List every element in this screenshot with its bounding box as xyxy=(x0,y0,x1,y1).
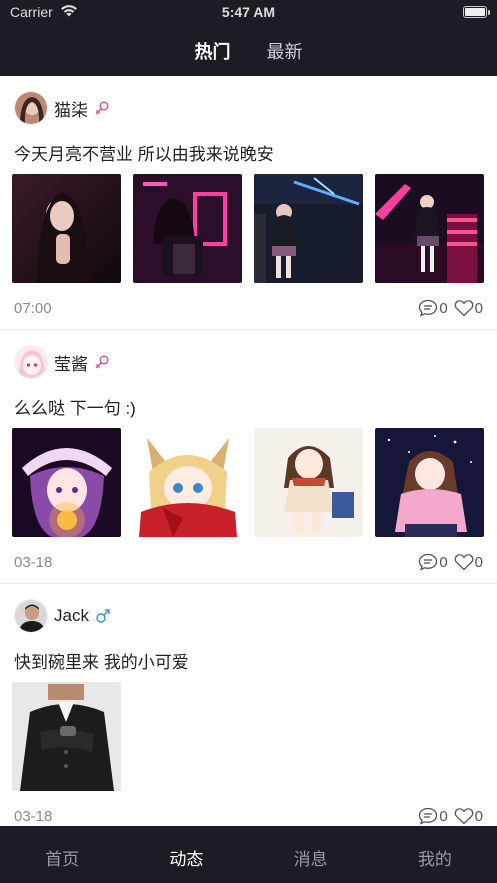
battery-icon xyxy=(463,6,490,18)
tab-messages[interactable]: 消息 xyxy=(249,826,373,883)
female-icon xyxy=(95,355,109,369)
post[interactable]: 猫柒 今天月亮不营业 所以由我来说晚安 07:00 0 0 xyxy=(0,76,497,330)
clock: 5:47 AM xyxy=(221,4,276,20)
post[interactable]: Jack 快到碗里来 我的小可爱 03-18 0 0 xyxy=(0,584,497,826)
post-footer: 07:00 0 0 xyxy=(14,298,483,318)
post-user[interactable]: 莹酱 xyxy=(14,345,110,379)
like-button[interactable]: 0 xyxy=(454,807,483,825)
post-image[interactable] xyxy=(133,174,242,283)
avatar[interactable] xyxy=(14,599,48,633)
post[interactable]: 莹酱 么么哒 下一句 :) 03-18 0 0 xyxy=(0,330,497,584)
post-user[interactable]: 猫柒 xyxy=(14,91,110,125)
tab-home[interactable]: 首页 xyxy=(0,826,124,883)
male-icon xyxy=(96,609,110,623)
like-count: 0 xyxy=(474,299,483,317)
comment-icon xyxy=(419,807,438,825)
post-image[interactable] xyxy=(375,174,484,283)
post-image[interactable] xyxy=(254,174,363,283)
comment-button[interactable]: 0 xyxy=(418,299,448,317)
like-button[interactable]: 0 xyxy=(454,299,483,317)
post-footer: 03-18 0 0 xyxy=(14,552,483,572)
comment-icon xyxy=(419,299,438,317)
like-count: 0 xyxy=(474,553,483,571)
bottom-tab-bar: 首页 动态 消息 我的 xyxy=(0,826,497,883)
comment-count: 0 xyxy=(439,299,448,317)
username[interactable]: 莹酱 xyxy=(54,350,88,375)
comment-button[interactable]: 0 xyxy=(418,553,448,571)
top-bar: Carrier 5:47 AM 热门 最新 xyxy=(0,0,497,76)
comment-icon xyxy=(419,553,438,571)
post-image[interactable] xyxy=(12,428,121,537)
username[interactable]: Jack xyxy=(54,606,89,626)
like-count: 0 xyxy=(474,807,483,825)
heart-icon xyxy=(454,300,473,317)
post-text: 么么哒 下一句 :) xyxy=(14,399,136,418)
post-time: 03-18 xyxy=(14,807,53,825)
username[interactable]: 猫柒 xyxy=(54,96,88,121)
post-images xyxy=(12,682,121,791)
post-images xyxy=(12,428,484,537)
post-image[interactable] xyxy=(254,428,363,537)
post-image[interactable] xyxy=(375,428,484,537)
tab-profile[interactable]: 我的 xyxy=(373,826,497,883)
heart-icon xyxy=(454,554,473,571)
tab-moments[interactable]: 动态 xyxy=(124,826,248,883)
feed[interactable]: 猫柒 今天月亮不营业 所以由我来说晚安 07:00 0 0 莹酱 么么哒 下一句… xyxy=(0,76,497,826)
comment-button[interactable]: 0 xyxy=(418,807,448,825)
comment-count: 0 xyxy=(439,553,448,571)
post-time: 03-18 xyxy=(14,553,53,571)
female-icon xyxy=(95,101,109,115)
avatar[interactable] xyxy=(14,91,48,125)
post-image[interactable] xyxy=(133,428,242,537)
status-bar: Carrier 5:47 AM xyxy=(0,0,497,24)
post-text: 今天月亮不营业 所以由我来说晚安 xyxy=(14,145,274,164)
post-footer: 03-18 0 0 xyxy=(14,806,483,826)
post-image[interactable] xyxy=(12,174,121,283)
post-user[interactable]: Jack xyxy=(14,599,111,633)
avatar[interactable] xyxy=(14,345,48,379)
post-image[interactable] xyxy=(12,682,121,791)
comment-count: 0 xyxy=(439,807,448,825)
like-button[interactable]: 0 xyxy=(454,553,483,571)
tab-hot[interactable]: 热门 xyxy=(195,38,231,64)
post-time: 07:00 xyxy=(14,299,52,317)
post-images xyxy=(12,174,484,283)
tab-latest[interactable]: 最新 xyxy=(267,38,303,64)
post-text: 快到碗里来 我的小可爱 xyxy=(14,653,189,672)
top-tabs: 热门 最新 xyxy=(0,38,497,64)
heart-icon xyxy=(454,808,473,825)
